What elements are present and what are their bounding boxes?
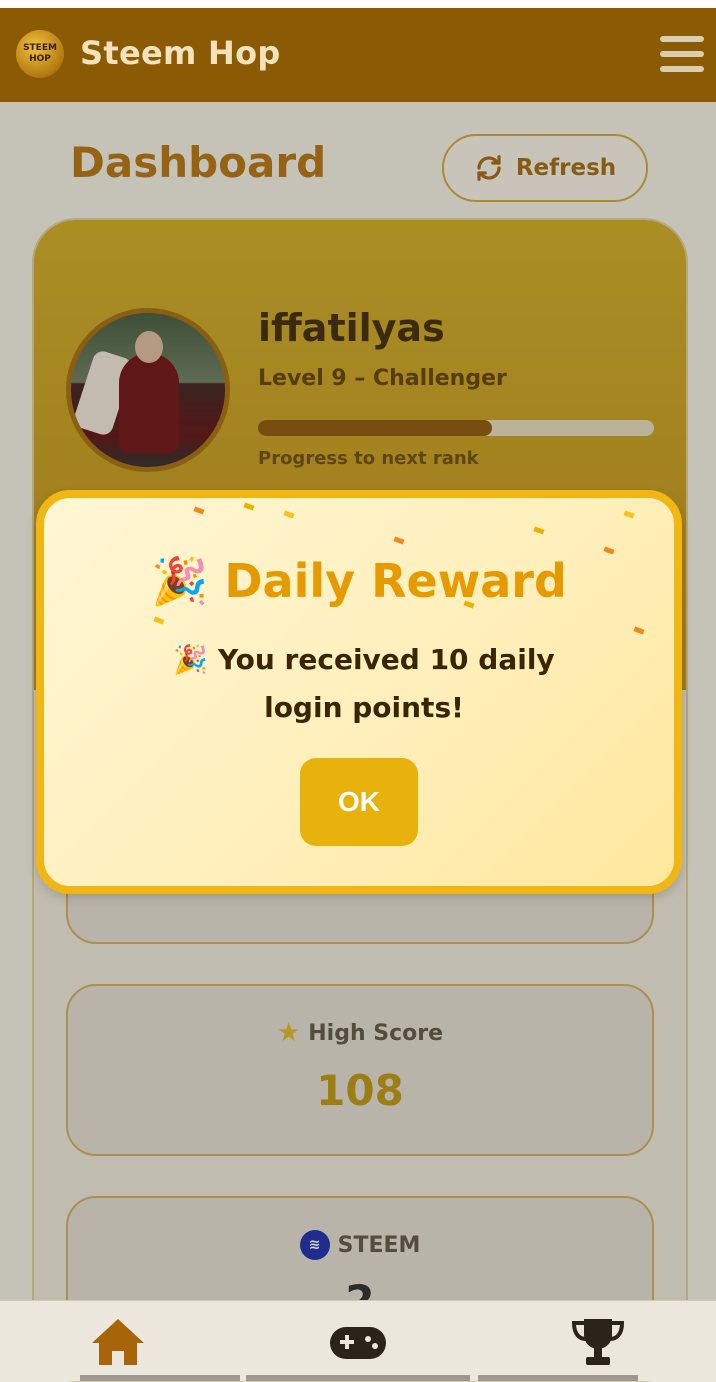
progress-label: Progress to next rank — [258, 448, 479, 469]
party-popper-icon: 🎉 — [173, 643, 209, 676]
level-label: Level 9 – Challenger — [258, 366, 507, 391]
nav-leaderboard[interactable] — [568, 1315, 628, 1369]
refresh-icon — [477, 155, 501, 181]
app-header: STEEM HOP Steem Hop — [0, 8, 716, 102]
high-score-label: High Score — [308, 1020, 444, 1046]
high-score-value: 108 — [316, 1066, 404, 1115]
high-score-card: ★ High Score 108 — [66, 984, 654, 1156]
dialog-message: You received 10 daily login points! — [217, 643, 555, 724]
app-name: Steem Hop — [80, 34, 281, 72]
ok-button[interactable]: OK — [300, 758, 418, 846]
refresh-button[interactable]: Refresh — [442, 134, 648, 202]
daily-reward-dialog: 🎉 Daily Reward 🎉 You received 10 daily l… — [36, 490, 682, 894]
nav-home[interactable] — [88, 1315, 148, 1369]
menu-icon[interactable] — [660, 36, 704, 78]
trophy-icon — [571, 1319, 625, 1365]
username: iffatilyas — [258, 306, 445, 350]
refresh-label: Refresh — [515, 155, 617, 181]
rank-progress-fill — [258, 420, 492, 436]
status-strip — [0, 0, 716, 8]
steem-label: STEEM — [337, 1232, 421, 1258]
party-popper-icon: 🎉 — [151, 554, 209, 608]
rank-progress-bar — [258, 420, 654, 436]
app-logo[interactable]: STEEM HOP — [16, 30, 64, 78]
logo-text: STEEM HOP — [23, 43, 57, 64]
star-icon: ★ — [276, 1018, 301, 1048]
avatar — [66, 308, 230, 472]
gamepad-icon — [330, 1327, 386, 1359]
dialog-title: Daily Reward — [224, 554, 567, 608]
steem-icon: ≋ — [299, 1230, 330, 1260]
nav-games[interactable] — [328, 1315, 388, 1369]
home-icon — [92, 1319, 144, 1365]
bottom-nav — [0, 1300, 716, 1381]
page-title: Dashboard — [70, 138, 327, 187]
